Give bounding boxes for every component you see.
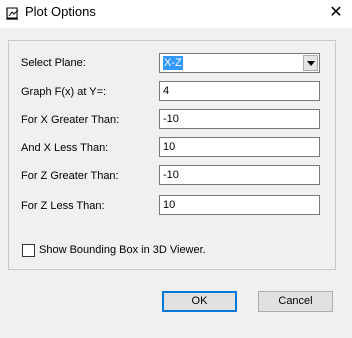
ok-button[interactable]: OK [162, 291, 237, 312]
bounding-box-label[interactable]: Show Bounding Box in 3D Viewer. [39, 243, 206, 257]
x-greater-input[interactable]: -10 [159, 109, 320, 129]
select-plane-label: Select Plane: [21, 57, 86, 69]
x-less-label: And X Less Than: [21, 142, 109, 154]
z-less-label: For Z Less Than: [21, 200, 105, 212]
z-less-input[interactable]: 10 [159, 195, 320, 215]
plot-window-icon [6, 7, 20, 21]
window-title: Plot Options [25, 4, 96, 19]
graph-at-y-label: Graph F(x) at Y=: [21, 86, 107, 98]
close-icon[interactable]: ✕ [322, 2, 350, 24]
select-plane-value: X-Z [163, 56, 183, 70]
chevron-down-icon [307, 61, 315, 66]
select-plane-dropdown[interactable]: X-Z [159, 53, 320, 73]
x-greater-label: For X Greater Than: [21, 114, 120, 126]
bounding-box-checkbox[interactable] [22, 244, 35, 257]
title-bar: Plot Options ✕ [0, 0, 352, 28]
z-greater-label: For Z Greater Than: [21, 170, 119, 182]
x-less-input[interactable]: 10 [159, 137, 320, 157]
dropdown-button[interactable] [303, 55, 318, 71]
cancel-button[interactable]: Cancel [258, 291, 333, 312]
z-greater-input[interactable]: -10 [159, 165, 320, 185]
graph-at-y-input[interactable]: 4 [159, 81, 320, 101]
